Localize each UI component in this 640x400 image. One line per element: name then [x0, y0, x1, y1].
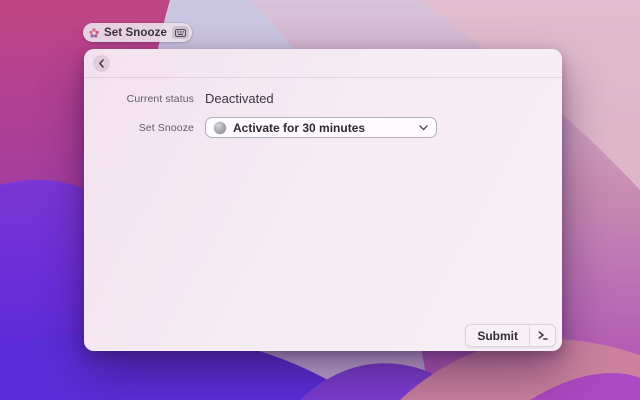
form-row-current-status: Current status Deactivated — [84, 91, 562, 106]
set-snooze-label: Set Snooze — [138, 121, 194, 134]
form: Current status Deactivated Set Snooze Ac… — [84, 78, 562, 138]
window-footer: Submit — [465, 324, 556, 347]
snooze-duration-dropdown[interactable]: Activate for 30 minutes — [205, 117, 437, 138]
window-header — [84, 49, 562, 78]
menubar-item-set-snooze[interactable]: Set Snooze — [83, 23, 192, 42]
back-button[interactable] — [93, 54, 110, 72]
chevron-left-icon — [98, 58, 105, 68]
submit-button-label: Submit — [477, 328, 518, 343]
moon-icon — [214, 121, 226, 134]
set-snooze-window: Current status Deactivated Set Snooze Ac… — [84, 49, 562, 351]
enter-key-icon — [530, 325, 555, 346]
chevron-down-icon — [419, 124, 428, 131]
submit-button[interactable]: Submit — [465, 324, 556, 347]
menubar-item-label: Set Snooze — [104, 26, 167, 39]
current-status-value: Deactivated — [205, 91, 274, 106]
snooze-flower-icon — [89, 27, 99, 38]
current-status-label: Current status — [126, 92, 194, 105]
snooze-duration-selected-option: Activate for 30 minutes — [233, 120, 366, 135]
keyboard-icon — [171, 26, 189, 39]
form-row-set-snooze: Set Snooze Activate for 30 minutes — [84, 117, 562, 138]
